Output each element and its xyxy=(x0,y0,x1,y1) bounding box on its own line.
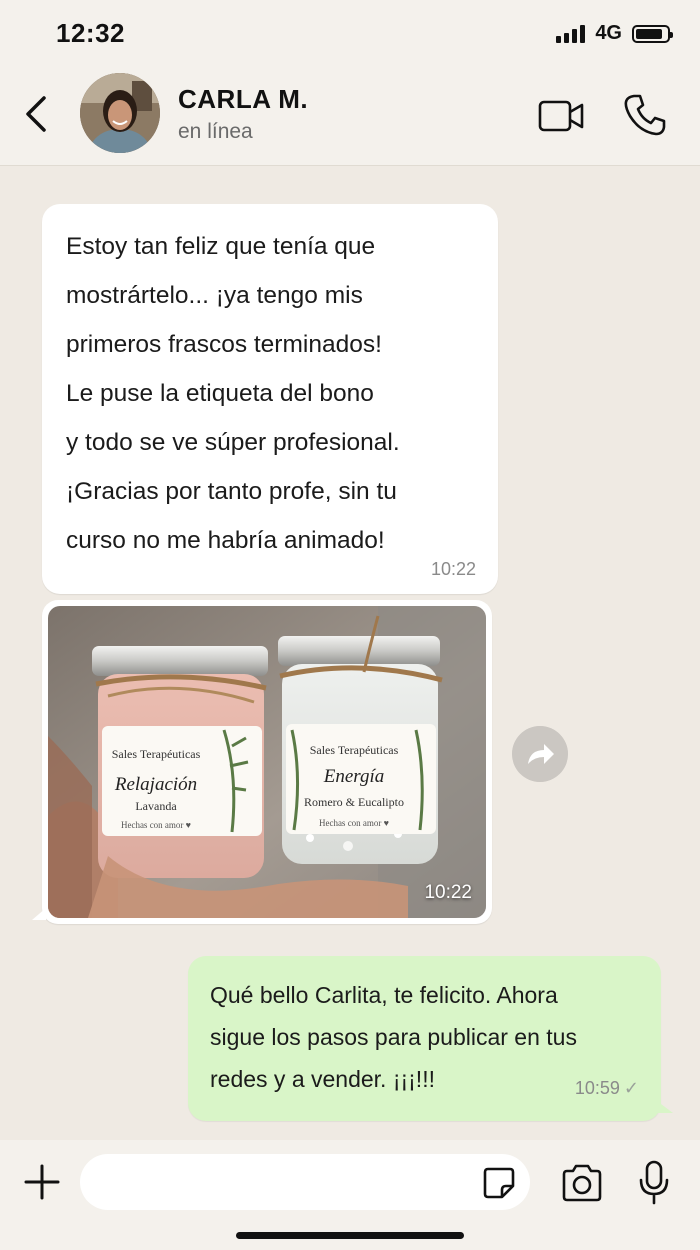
message-line: Le puse la etiqueta del bono xyxy=(66,380,374,407)
jar-footer: Hechas con amor ♥ xyxy=(121,820,191,830)
message-line: Qué bello Carlita, te felicito. Ahora xyxy=(210,982,558,1008)
jar-name: Energía xyxy=(323,766,385,787)
chevron-left-icon[interactable] xyxy=(18,92,54,136)
message-line: primeros frascos terminados! xyxy=(66,331,382,358)
microphone-icon[interactable] xyxy=(636,1160,672,1206)
battery-icon xyxy=(632,24,673,43)
outgoing-message[interactable]: Qué bello Carlita, te felicito. Ahora si… xyxy=(188,956,673,1121)
message-line: ¡Gracias por tanto profe, sin tu xyxy=(66,478,397,505)
jar-footer: Hechas con amor ♥ xyxy=(319,818,389,828)
sent-check-icon: ✓ xyxy=(623,1078,639,1098)
network-type: 4G xyxy=(595,22,622,44)
chat-header: CARLA M. en línea xyxy=(0,70,700,166)
contact-name[interactable]: CARLA M. xyxy=(178,84,308,115)
status-bar: 12:32 4G xyxy=(0,0,700,70)
status-time: 12:32 xyxy=(56,18,125,48)
jar-brand: Sales Terapéuticas xyxy=(310,743,399,757)
phone-icon[interactable] xyxy=(622,92,668,138)
photo-attachment[interactable]: Sales Terapéuticas Relajación Lavanda He… xyxy=(48,606,486,918)
message-line: sigue los pasos para publicar en tus xyxy=(210,1024,577,1050)
chat-area[interactable]: Estoy tan feliz que tenía que mostrártel… xyxy=(0,166,700,1140)
message-line: y todo se ve súper profesional. xyxy=(66,429,400,456)
home-indicator[interactable] xyxy=(236,1232,464,1239)
signal-bars-icon xyxy=(556,24,586,43)
status-indicators: 4G xyxy=(556,22,673,45)
message-time-status: 10:59 ✓ xyxy=(575,1078,639,1099)
message-line: Estoy tan feliz que tenía que xyxy=(66,233,376,260)
avatar[interactable] xyxy=(80,73,160,153)
jar-subtitle: Lavanda xyxy=(135,799,177,813)
message-line: curso no me habría animado! xyxy=(66,527,385,554)
jar-subtitle: Romero & Eucalipto xyxy=(304,795,404,809)
message-time: 10:22 xyxy=(424,882,472,903)
message-time: 10:59 xyxy=(574,1078,620,1098)
camera-icon[interactable] xyxy=(560,1164,604,1202)
incoming-message[interactable]: Estoy tan feliz que tenía que mostrártel… xyxy=(42,204,498,594)
message-input[interactable] xyxy=(80,1154,530,1210)
contact-status: en línea xyxy=(178,120,253,143)
jar-name: Relajación xyxy=(114,774,197,795)
sticker-icon[interactable] xyxy=(482,1166,516,1200)
message-line: mostrártelo... ¡ya tengo mis xyxy=(66,282,363,309)
message-time: 10:22 xyxy=(430,559,476,579)
video-camera-icon[interactable] xyxy=(538,96,586,136)
jar-brand: Sales Terapéuticas xyxy=(112,747,201,761)
incoming-image-message[interactable]: Sales Terapéuticas Relajación Lavanda He… xyxy=(32,600,492,924)
forward-icon[interactable] xyxy=(512,726,568,782)
plus-icon[interactable] xyxy=(22,1162,62,1202)
